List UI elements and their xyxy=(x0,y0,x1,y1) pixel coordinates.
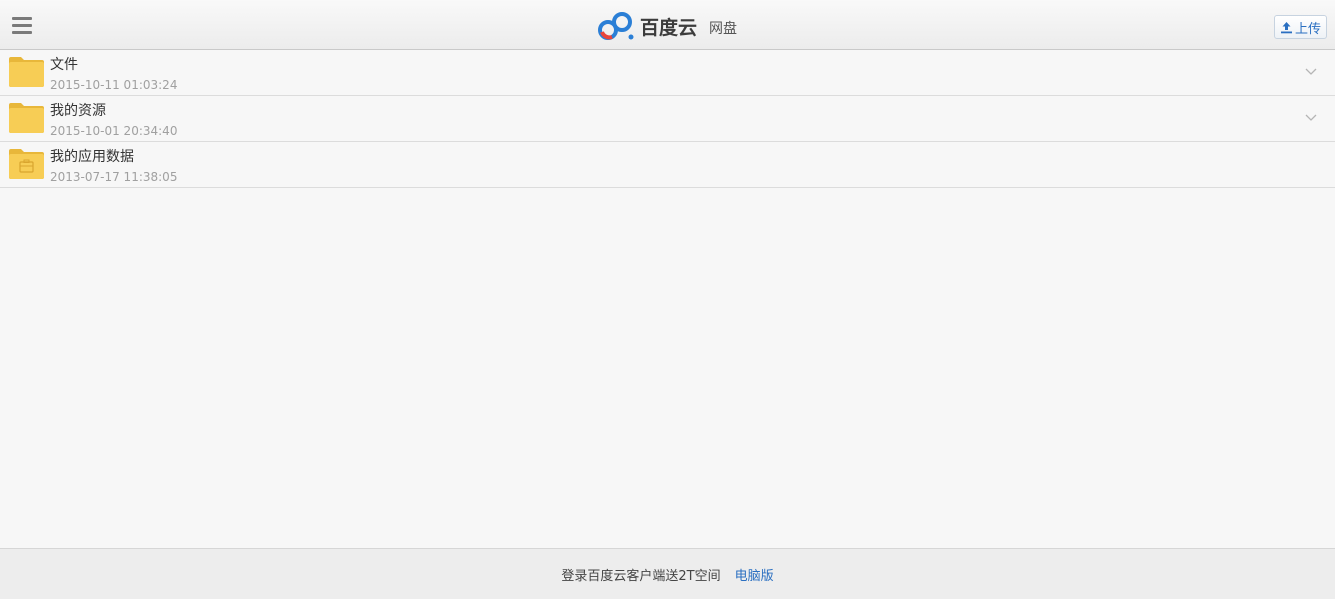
pc-version-link[interactable]: 电脑版 xyxy=(735,565,774,584)
client-promo-text: 登录百度云客户端送2T空间 xyxy=(561,568,721,584)
file-row-wodeziyuan[interactable]: 我的资源 2015-10-01 20:34:40 xyxy=(0,96,1335,142)
upload-label: 上传 xyxy=(1294,21,1321,37)
file-date: 2013-07-17 11:38:05 xyxy=(50,170,178,184)
brand-name: 百度云 xyxy=(640,16,698,39)
upload-button[interactable]: 上传 xyxy=(1273,15,1327,39)
file-name: 我的应用数据 xyxy=(50,149,134,165)
brand-logo-group: 百度云 网盘 xyxy=(598,10,737,42)
folder-icon xyxy=(9,57,44,87)
hamburger-menu-icon[interactable] xyxy=(12,17,32,35)
file-row-wodeyingyongshuju[interactable]: 我的应用数据 2013-07-17 11:38:05 xyxy=(0,142,1335,188)
file-name: 文件 xyxy=(50,57,78,73)
brand-subtitle: 网盘 xyxy=(709,20,738,37)
app-window: 百度云 网盘 上传 文件 2015-10-11 01:03:24 我的资源 20… xyxy=(0,0,1335,599)
file-date: 2015-10-11 01:03:24 xyxy=(50,78,178,92)
bottom-footer: 登录百度云客户端送2T空间 电脑版 xyxy=(0,548,1335,599)
file-name: 我的资源 xyxy=(50,103,106,119)
file-row-wenjian[interactable]: 文件 2015-10-11 01:03:24 xyxy=(0,50,1335,96)
chevron-down-icon[interactable] xyxy=(1305,68,1317,76)
file-date: 2015-10-01 20:34:40 xyxy=(50,124,178,138)
app-data-folder-icon xyxy=(9,149,44,179)
folder-icon xyxy=(9,103,44,133)
baidu-cloud-logo-icon xyxy=(598,12,634,40)
chevron-down-icon[interactable] xyxy=(1305,114,1317,122)
top-header: 百度云 网盘 上传 xyxy=(0,0,1335,50)
upload-icon xyxy=(1280,21,1292,33)
file-list: 文件 2015-10-11 01:03:24 我的资源 2015-10-01 2… xyxy=(0,50,1335,188)
